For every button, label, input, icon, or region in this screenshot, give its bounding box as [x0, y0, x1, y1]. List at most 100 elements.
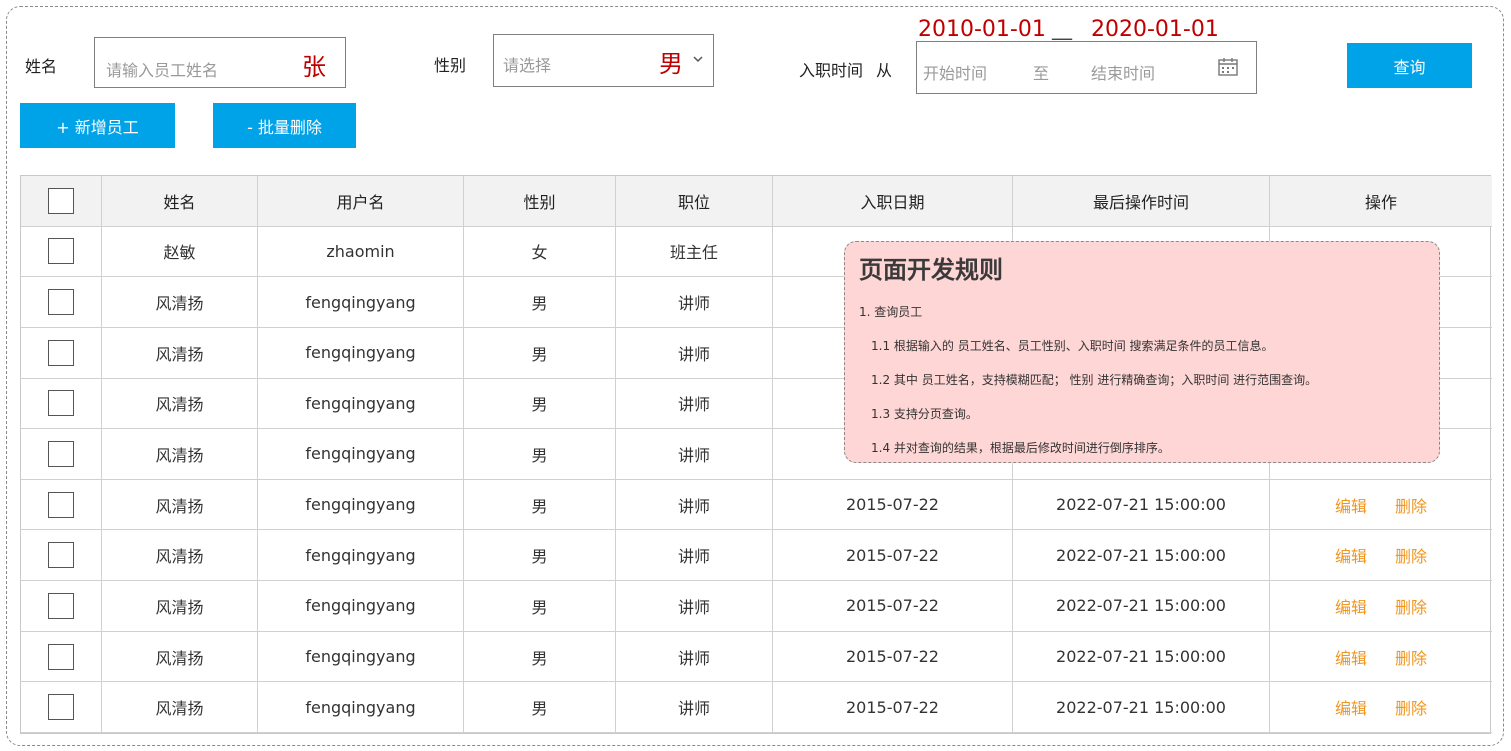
row-select-cell — [21, 682, 102, 733]
column-header: 用户名 — [258, 176, 464, 227]
row-select-cell — [21, 327, 102, 379]
query-button[interactable]: 查询 — [1347, 43, 1472, 88]
table-cell-name: 风清扬 — [102, 378, 258, 430]
gender-select-annotation: 男 — [659, 50, 683, 78]
column-header: 操作 — [1270, 176, 1492, 227]
table-cell-entry: 2015-07-22 — [773, 631, 1013, 683]
row-select-cell — [21, 429, 102, 480]
development-rules-note: 页面开发规则 1. 查询员工 1.1 根据输入的 员工姓名、员工性别、入职时间 … — [844, 241, 1440, 463]
table-cell-gender: 男 — [464, 631, 616, 683]
table-cell-position: 讲师 — [616, 327, 773, 379]
table-cell-username: fengqingyang — [258, 327, 464, 379]
delete-link[interactable]: 删除 — [1395, 645, 1427, 669]
table-cell-username: fengqingyang — [258, 682, 464, 733]
table-cell-name: 风清扬 — [102, 581, 258, 632]
end-date-input[interactable]: 结束时间 — [1091, 60, 1155, 84]
table-cell-name: 风清扬 — [102, 429, 258, 480]
table-cell-position: 讲师 — [616, 479, 773, 531]
row-checkbox[interactable] — [48, 592, 74, 619]
edit-link[interactable]: 编辑 — [1335, 493, 1367, 517]
row-actions: 编辑 删除 — [1270, 530, 1492, 582]
table-cell-username: fengqingyang — [258, 479, 464, 531]
end-date-annotation: 2020-01-01 — [1091, 17, 1219, 42]
table-cell-gender: 男 — [464, 277, 616, 328]
row-checkbox[interactable] — [48, 339, 74, 366]
select-all-checkbox[interactable] — [48, 187, 74, 214]
table-cell-gender: 男 — [464, 479, 616, 531]
table-cell-username: zhaomin — [258, 226, 464, 278]
row-checkbox[interactable] — [48, 238, 74, 265]
table-cell-name: 赵敏 — [102, 226, 258, 278]
note-line: 1.3 支持分页查询。 — [871, 407, 978, 421]
chevron-down-icon[interactable] — [693, 54, 703, 64]
edit-link[interactable]: 编辑 — [1335, 695, 1367, 719]
table-cell-name: 风清扬 — [102, 682, 258, 733]
gender-label: 性别 — [434, 56, 467, 75]
column-header: 姓名 — [102, 176, 258, 227]
table-cell-username: fengqingyang — [258, 631, 464, 683]
delete-link[interactable]: 删除 — [1395, 543, 1427, 567]
row-select-cell — [21, 479, 102, 531]
row-checkbox[interactable] — [48, 390, 74, 417]
row-select-cell — [21, 277, 102, 328]
table-cell-name: 风清扬 — [102, 631, 258, 683]
table-cell-gender: 男 — [464, 429, 616, 480]
table-cell-entry: 2015-07-22 — [773, 530, 1013, 582]
note-line: 1.2 其中 员工姓名，支持模糊匹配； 性别 进行精确查询；入职时间 进行范围查… — [871, 373, 1318, 387]
edit-link[interactable]: 编辑 — [1335, 543, 1367, 567]
table-cell-name: 风清扬 — [102, 327, 258, 379]
row-checkbox[interactable] — [48, 440, 74, 467]
row-checkbox[interactable] — [48, 643, 74, 670]
header-select-all — [21, 176, 102, 227]
table-cell-position: 讲师 — [616, 530, 773, 582]
table-cell-position: 讲师 — [616, 581, 773, 632]
table-cell-updated: 2022-07-21 15:00:00 — [1013, 682, 1270, 733]
note-line: 1. 查询员工 — [859, 305, 923, 319]
table-cell-name: 风清扬 — [102, 277, 258, 328]
row-checkbox[interactable] — [48, 694, 74, 721]
batch-delete-button[interactable]: - 批量删除 — [213, 103, 356, 148]
table-cell-updated: 2022-07-21 15:00:00 — [1013, 530, 1270, 582]
date-label: 入职时间 — [799, 61, 864, 80]
row-checkbox[interactable] — [48, 491, 74, 518]
row-select-cell — [21, 226, 102, 278]
delete-link[interactable]: 删除 — [1395, 493, 1427, 517]
column-header: 职位 — [616, 176, 773, 227]
table-cell-gender: 男 — [464, 530, 616, 582]
delete-link[interactable]: 删除 — [1395, 695, 1427, 719]
table-cell-entry: 2015-07-22 — [773, 581, 1013, 632]
date-range-to-label: 至 — [1033, 64, 1050, 83]
table-cell-position: 讲师 — [616, 277, 773, 328]
name-input-placeholder: 请输入员工姓名 — [106, 61, 219, 80]
note-line: 1.4 并对查询的结果，根据最后修改时间进行倒序排序。 — [871, 441, 1170, 455]
edit-link[interactable]: 编辑 — [1335, 645, 1367, 669]
row-actions: 编辑 删除 — [1270, 682, 1492, 733]
table-cell-gender: 男 — [464, 327, 616, 379]
calendar-icon[interactable] — [1218, 58, 1238, 76]
table-cell-position: 讲师 — [616, 378, 773, 430]
row-checkbox[interactable] — [48, 289, 74, 316]
note-title: 页面开发规则 — [859, 256, 1003, 284]
row-actions: 编辑 删除 — [1270, 632, 1492, 683]
table-cell-position: 讲师 — [616, 682, 773, 733]
table-cell-position: 讲师 — [616, 429, 773, 480]
table-cell-gender: 男 — [464, 581, 616, 632]
add-employee-button[interactable]: + 新增员工 — [20, 103, 175, 148]
annotation-separator: __ — [1052, 16, 1072, 40]
date-from-label: 从 — [876, 61, 893, 80]
table-cell-entry: 2015-07-22 — [773, 479, 1013, 531]
table-cell-username: fengqingyang — [258, 530, 464, 582]
table-cell-updated: 2022-07-21 15:00:00 — [1013, 479, 1270, 531]
row-select-cell — [21, 631, 102, 683]
row-actions: 编辑 删除 — [1270, 480, 1492, 531]
row-checkbox[interactable] — [48, 542, 74, 569]
gender-select-placeholder: 请选择 — [503, 56, 552, 75]
column-header: 性别 — [464, 176, 616, 227]
edit-link[interactable]: 编辑 — [1335, 594, 1367, 618]
start-date-input[interactable]: 开始时间 — [923, 60, 987, 84]
table-cell-gender: 男 — [464, 682, 616, 733]
column-header: 入职日期 — [773, 176, 1013, 227]
date-range-picker[interactable]: 开始时间 至 结束时间 — [916, 41, 1257, 94]
delete-link[interactable]: 删除 — [1395, 594, 1427, 618]
row-select-cell — [21, 581, 102, 632]
